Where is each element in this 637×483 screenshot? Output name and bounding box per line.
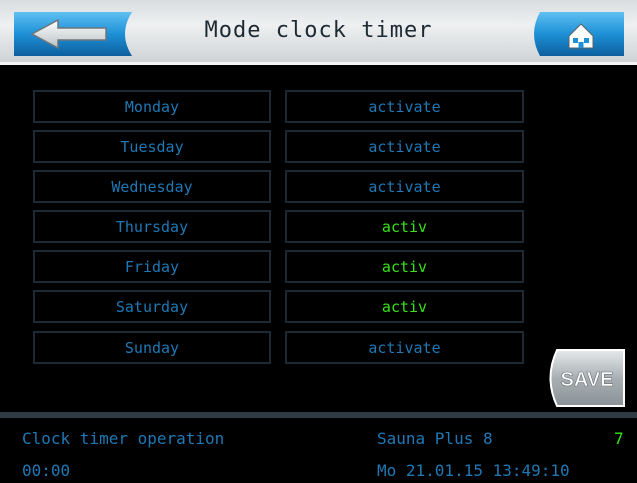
level-indicator: 7 xyxy=(614,429,624,448)
date-time: Mo 21.01.15 13:49:10 xyxy=(377,461,570,480)
save-button-graphic: SAVE xyxy=(549,349,625,407)
operation-mode: Clock timer operation xyxy=(22,429,225,448)
day-label-tuesday: Tuesday xyxy=(33,130,271,163)
arrow-left-icon xyxy=(14,12,132,56)
status-bar: Clock timer operation Sauna Plus 8 7 00:… xyxy=(0,418,637,483)
day-label-friday: Friday xyxy=(33,250,271,283)
back-button[interactable] xyxy=(14,12,132,56)
activate-saturday[interactable]: activ xyxy=(285,290,524,323)
day-label-thursday: Thursday xyxy=(33,210,271,243)
day-label-monday: Monday xyxy=(33,90,271,123)
remaining-time: 00:00 xyxy=(22,461,71,480)
device-name: Sauna Plus 8 xyxy=(377,429,493,448)
activate-monday[interactable]: activate xyxy=(285,90,524,123)
day-label-saturday: Saturday xyxy=(33,290,271,323)
activate-friday[interactable]: activ xyxy=(285,250,524,283)
day-label-sunday: Sunday xyxy=(33,331,271,364)
save-button[interactable]: SAVE xyxy=(543,349,625,407)
activate-sunday[interactable]: activate xyxy=(285,331,524,364)
home-icon xyxy=(534,12,624,56)
activate-wednesday[interactable]: activate xyxy=(285,170,524,203)
page-title: Mode clock timer xyxy=(204,18,433,43)
activate-tuesday[interactable]: activate xyxy=(285,130,524,163)
save-label: SAVE xyxy=(561,369,614,391)
home-button[interactable] xyxy=(528,12,624,56)
screen: Mode clock timer Monday activate Tuesday… xyxy=(0,0,637,483)
header-bar: Mode clock timer xyxy=(0,0,637,65)
activate-thursday[interactable]: activ xyxy=(285,210,524,243)
day-label-wednesday: Wednesday xyxy=(33,170,271,203)
